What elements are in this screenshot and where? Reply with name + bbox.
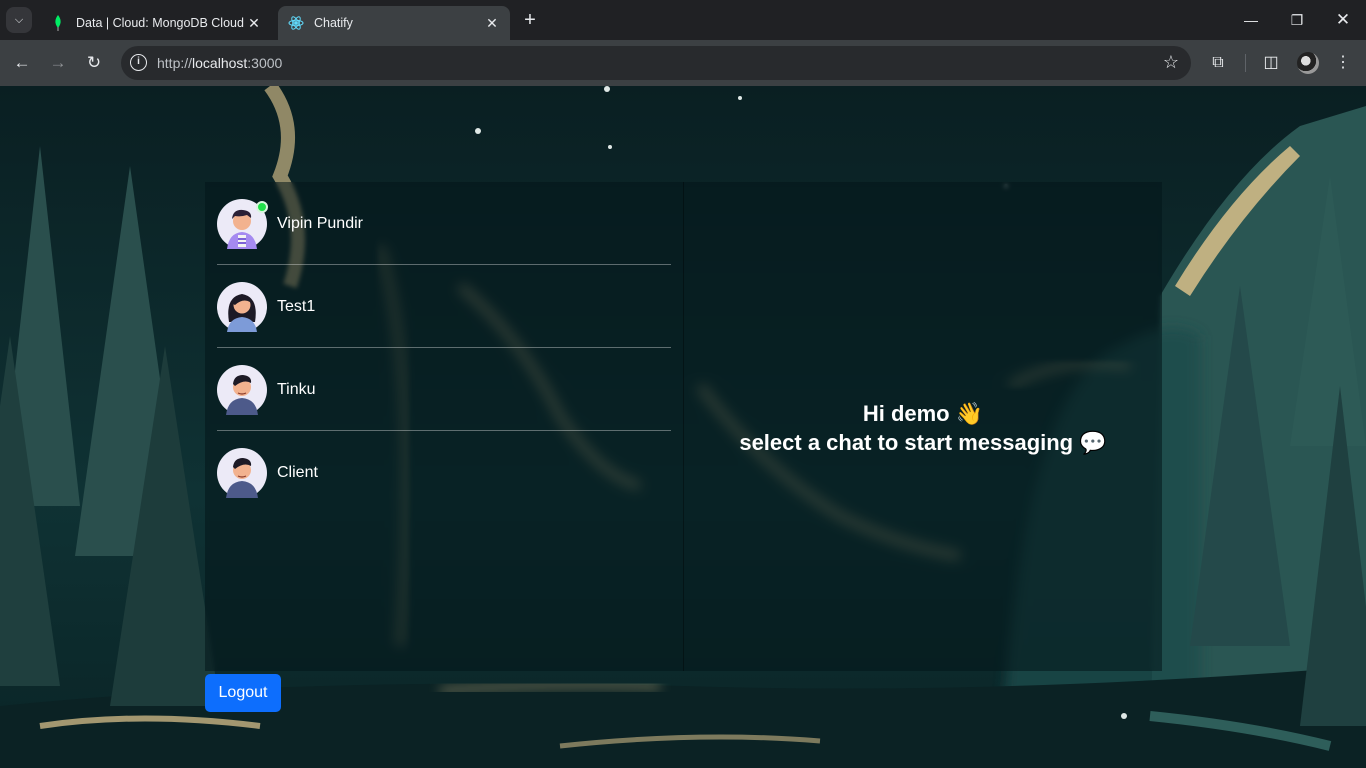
tab-mongodb[interactable]: Data | Cloud: MongoDB Cloud ✕ (40, 6, 272, 40)
close-icon: ✕ (1335, 10, 1351, 29)
contact-item-tinku[interactable]: Tinku (217, 348, 671, 431)
bookmark-star-icon[interactable]: ☆ (1163, 52, 1179, 73)
toolbar-divider (1245, 54, 1246, 72)
avatar (217, 198, 268, 249)
welcome-message: Hi demo 👋 select a chat to start messagi… (684, 399, 1162, 457)
back-button[interactable]: ← (10, 51, 34, 75)
avatar (217, 447, 267, 498)
greeting-line: Hi demo 👋 (684, 399, 1162, 428)
url-host: localhost (192, 55, 248, 71)
speech-bubble-icon: 💬 (1079, 430, 1107, 455)
browser-tabstrip: ⌵ Data | Cloud: MongoDB Cloud ✕ Chatify … (0, 0, 1366, 40)
extensions-icon[interactable]: ⧉ (1206, 51, 1230, 75)
react-atom-icon (288, 15, 304, 31)
new-tab-button[interactable]: + (519, 9, 541, 31)
waving-hand-icon: 👋 (955, 401, 984, 426)
contact-item-test1[interactable]: Test1 (217, 265, 671, 348)
close-icon[interactable]: ✕ (246, 15, 262, 32)
address-bar[interactable]: i http://localhost:3000 ☆ (121, 46, 1191, 80)
profile-avatar[interactable] (1297, 52, 1319, 74)
mongodb-leaf-icon (50, 15, 66, 31)
arrow-right-icon: → (49, 53, 67, 72)
contact-name: Client (277, 463, 318, 481)
prompt-line: select a chat to start messaging 💬 (684, 428, 1162, 457)
tab-title: Data | Cloud: MongoDB Cloud (76, 16, 244, 30)
url-port: :3000 (247, 55, 283, 71)
arrow-left-icon: ← (13, 53, 31, 72)
greeting-text: Hi demo (862, 401, 950, 426)
avatar (217, 281, 267, 332)
logout-button[interactable]: Logout (205, 674, 281, 712)
side-panel-icon[interactable]: ◫ (1259, 51, 1283, 75)
contact-name: Vipin Pundir (277, 214, 363, 232)
reload-button[interactable]: ↻ (82, 51, 106, 75)
contact-item-vipin-pundir[interactable]: Vipin Pundir (217, 182, 671, 265)
contact-item-client[interactable]: Client (217, 431, 671, 514)
tab-title: Chatify (314, 16, 353, 30)
contact-name: Tinku (277, 380, 316, 398)
window-close-button[interactable]: ✕ (1320, 0, 1366, 40)
prompt-text: select a chat to start messaging (739, 430, 1074, 455)
reload-icon: ↻ (86, 53, 102, 72)
close-icon[interactable]: ✕ (484, 15, 500, 32)
url-text[interactable]: http://localhost:3000 (157, 55, 282, 71)
chevron-down-icon: ⌵ (14, 13, 24, 26)
restore-icon: ❐ (1290, 11, 1304, 28)
contact-name: Test1 (277, 297, 316, 315)
minimize-icon: — (1244, 12, 1258, 28)
online-status-dot (256, 200, 268, 213)
avatar (217, 364, 267, 415)
url-scheme: http:// (157, 55, 193, 71)
tab-chatify[interactable]: Chatify ✕ (278, 6, 510, 40)
forward-button[interactable]: → (46, 51, 70, 75)
site-info-icon[interactable]: i (130, 54, 147, 71)
tab-search-button[interactable]: ⌵ (6, 7, 32, 33)
menu-kebab-icon[interactable]: ⋮ (1331, 51, 1355, 75)
browser-toolbar: ← → ↻ i http://localhost:3000 ☆ ⧉ ◫ ⋮ (0, 40, 1366, 86)
restore-button[interactable]: ❐ (1274, 0, 1320, 40)
minimize-button[interactable]: — (1228, 0, 1274, 40)
